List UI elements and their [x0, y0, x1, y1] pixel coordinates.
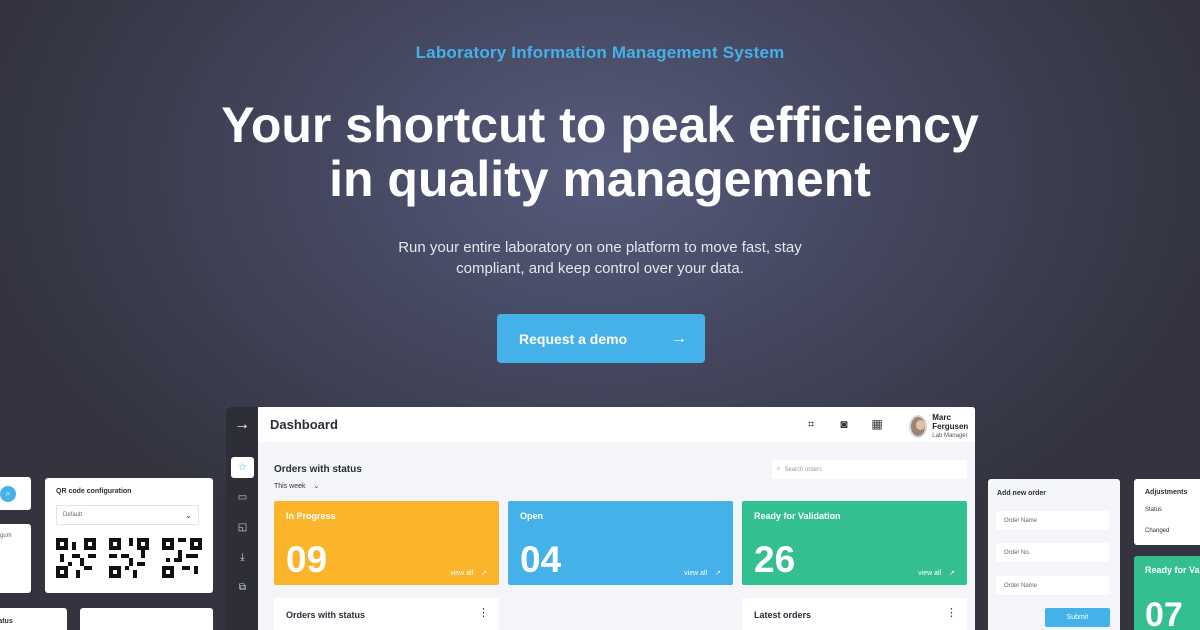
user-role: Lab Manager [932, 433, 968, 439]
status-widget-label: tatus [0, 618, 13, 625]
qr-code-icon[interactable] [109, 538, 149, 578]
card-count: 09 [286, 539, 328, 580]
order-name-placeholder: Order Name [1004, 582, 1038, 589]
qr-config-select[interactable]: Default ⌄ [56, 505, 199, 525]
headline-line-1: Your shortcut to peak efficiency [221, 97, 979, 153]
search-orders-input[interactable]: ⌕ Search orders [772, 460, 967, 479]
order-no-placeholder: Order No. [1004, 549, 1031, 556]
more-menu-icon[interactable]: ⋮ [478, 606, 489, 619]
qr-config-title: QR code configuration [56, 488, 132, 495]
qr-code-list [56, 538, 202, 578]
order-no-input[interactable]: Order No. [996, 543, 1109, 562]
hero-headline: Your shortcut to peak efficiency in qual… [0, 98, 1200, 206]
expand-arrow-icon[interactable]: → [226, 407, 258, 442]
dashboard-rail: → ☆ ▭ ◱ ⤓ ⧉ [226, 407, 258, 630]
card-count: 07 [1145, 596, 1183, 630]
hero-eyebrow: Laboratory Information Management System [415, 43, 785, 62]
hero-subtext: Run your entire laboratory on one platfo… [0, 237, 1200, 279]
search-widget: ⌕ [0, 477, 31, 510]
chevron-down-icon: ⌄ [185, 510, 192, 520]
ready-validation-card-partial[interactable]: Ready for Va 07 [1134, 556, 1200, 630]
note-icon[interactable]: ◱ [231, 517, 254, 538]
view-all-link[interactable]: view all ↗ [918, 569, 955, 578]
latest-orders-panel: Latest orders ⋮ [742, 598, 967, 630]
camera-icon[interactable]: ◙ [836, 416, 852, 432]
user-menu[interactable]: Marc Fergusen Lab Manager [909, 413, 975, 439]
more-menu-icon[interactable]: ⋮ [946, 606, 957, 619]
qr-config-select-value: Default [63, 512, 83, 518]
card-label: Ready for Va [1145, 565, 1200, 575]
order-name-input[interactable]: Order Name [996, 511, 1109, 530]
user-name: Marc Fergusen [932, 413, 969, 431]
orders-status-panel: Orders with status ⋮ [274, 598, 499, 630]
search-icon: ⌕ [777, 466, 781, 472]
request-demo-button[interactable]: Request a demo → [497, 314, 705, 363]
period-value: This week [274, 482, 306, 490]
qr-config-widget: QR code configuration Default ⌄ [45, 478, 213, 593]
orders-section-title: Orders with status [274, 464, 362, 475]
dashboard-window: → ☆ ▭ ◱ ⤓ ⧉ Dashboard ⌗ ◙ ▦ Marc Ferguse… [226, 407, 975, 630]
adjustments-changed: Changed [1145, 528, 1170, 534]
add-order-widget: Add new order Order Name Order No. Order… [988, 479, 1120, 630]
order-name-placeholder: Order Name [1004, 517, 1038, 524]
partial-list-widget: gum [0, 524, 31, 593]
panel-title: Latest orders [754, 610, 812, 620]
blank-widget [80, 608, 213, 630]
arrow-up-right-icon: ↗ [715, 570, 721, 577]
copy-icon[interactable]: ⧉ [231, 577, 254, 598]
partial-list-text: gum [0, 533, 12, 539]
card-label: In Progress [286, 511, 336, 521]
view-all-link[interactable]: view all ↗ [450, 569, 487, 578]
header-icons: ⌗ ◙ ▦ [803, 416, 885, 432]
search-icon[interactable]: ⌕ [0, 486, 16, 502]
arrow-up-right-icon: ↗ [949, 570, 955, 577]
headline-line-2: in quality management [329, 151, 871, 207]
search-placeholder: Search orders [784, 466, 823, 473]
request-demo-label: Request a demo [519, 330, 628, 347]
submit-button[interactable]: Submit [1045, 608, 1110, 627]
subtext-line-1: Run your entire laboratory on one platfo… [398, 239, 802, 256]
status-card-open[interactable]: Open 04 view all ↗ [508, 501, 733, 585]
adjustments-widget: Adjustments Status Changed [1134, 479, 1200, 545]
add-order-title: Add new order [997, 490, 1047, 497]
arrow-right-icon: → [671, 329, 687, 347]
view-all-link[interactable]: view all ↗ [684, 569, 721, 578]
subtext-line-2: compliant, and keep control over your da… [456, 260, 744, 277]
star-icon[interactable]: ☆ [231, 457, 254, 478]
dashboard-header: Dashboard ⌗ ◙ ▦ Marc Fergusen Lab Manage… [258, 407, 975, 442]
adjustments-status: Status [1145, 507, 1163, 513]
period-select[interactable]: This week ⌄ [274, 482, 320, 491]
page-title: Dashboard [270, 417, 338, 432]
card-label: Ready for Validation [754, 511, 841, 521]
qr-code-icon[interactable] [162, 538, 202, 578]
qr-scan-icon[interactable]: ⌗ [803, 416, 819, 432]
download-icon[interactable]: ⤓ [231, 547, 254, 568]
qr-code-icon[interactable] [56, 538, 96, 578]
status-card-in-progress[interactable]: In Progress 09 view all ↗ [274, 501, 499, 585]
panel-title: Orders with status [286, 610, 366, 620]
status-card-ready[interactable]: Ready for Validation 26 view all ↗ [742, 501, 967, 585]
adjustments-title: Adjustments [1145, 489, 1188, 496]
chevron-down-icon: ⌄ [313, 483, 320, 490]
card-count: 26 [754, 539, 796, 580]
card-count: 04 [520, 539, 562, 580]
order-name-input-2[interactable]: Order Name [996, 576, 1109, 595]
calendar-icon[interactable]: ▭ [231, 487, 254, 508]
arrow-up-right-icon: ↗ [481, 570, 487, 577]
calendar-icon[interactable]: ▦ [869, 416, 885, 432]
avatar [909, 414, 928, 438]
card-label: Open [520, 511, 544, 521]
status-widget: tatus [0, 608, 67, 630]
